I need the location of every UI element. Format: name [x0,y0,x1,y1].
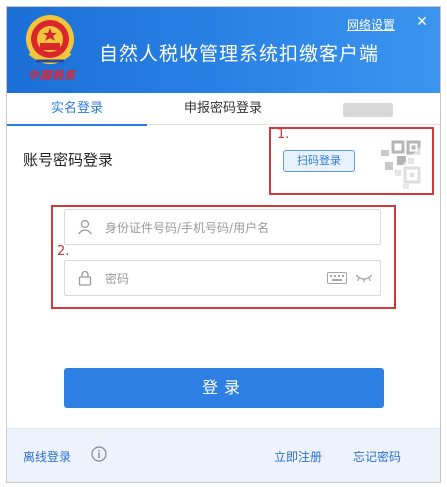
login-tabs: 实名登录 申报密码登录 [7,93,440,126]
username-placeholder: 身份证件号码/手机号码/用户名 [105,221,270,235]
network-settings-link[interactable]: 网络设置 [347,16,395,33]
password-field[interactable]: 密码 [64,260,381,296]
section-title: 账号密码登录 [23,151,114,169]
tab-blurred[interactable] [343,103,393,117]
footer-bar: 离线登录 立即注册 忘记密码 [7,428,440,482]
tab-declare-password-login[interactable]: 申报密码登录 [153,93,293,125]
password-placeholder: 密码 [105,272,130,286]
register-link[interactable]: 立即注册 [274,448,322,465]
app-title: 自然人税收管理系统扣缴客户端 [99,43,380,65]
qr-code-icon[interactable] [377,140,421,190]
username-field[interactable]: 身份证件号码/手机号码/用户名 [64,209,381,245]
offline-login-link[interactable]: 离线登录 [23,448,71,465]
login-window: 中国税务 自然人税收管理系统扣缴客户端 网络设置 ✕ 实名登录 申报密码登录 账… [6,6,441,483]
annotation-label-1: 1. [277,127,290,142]
logo-caption: 中国税务 [28,69,76,82]
forgot-password-link[interactable]: 忘记密码 [353,448,401,465]
eye-closed-icon[interactable] [355,273,373,283]
keyboard-icon[interactable] [327,272,347,284]
lock-icon [78,270,92,286]
scan-login-button[interactable]: 扫码登录 [283,150,355,172]
login-button[interactable]: 登录 [64,368,384,408]
header-bar: 中国税务 自然人税收管理系统扣缴客户端 网络设置 ✕ [7,7,440,93]
tab-realname-login[interactable]: 实名登录 [7,93,147,126]
info-icon[interactable] [91,446,107,462]
close-button[interactable]: ✕ [414,14,430,30]
annotation-label-2: 2. [57,244,70,259]
user-icon [77,219,93,235]
